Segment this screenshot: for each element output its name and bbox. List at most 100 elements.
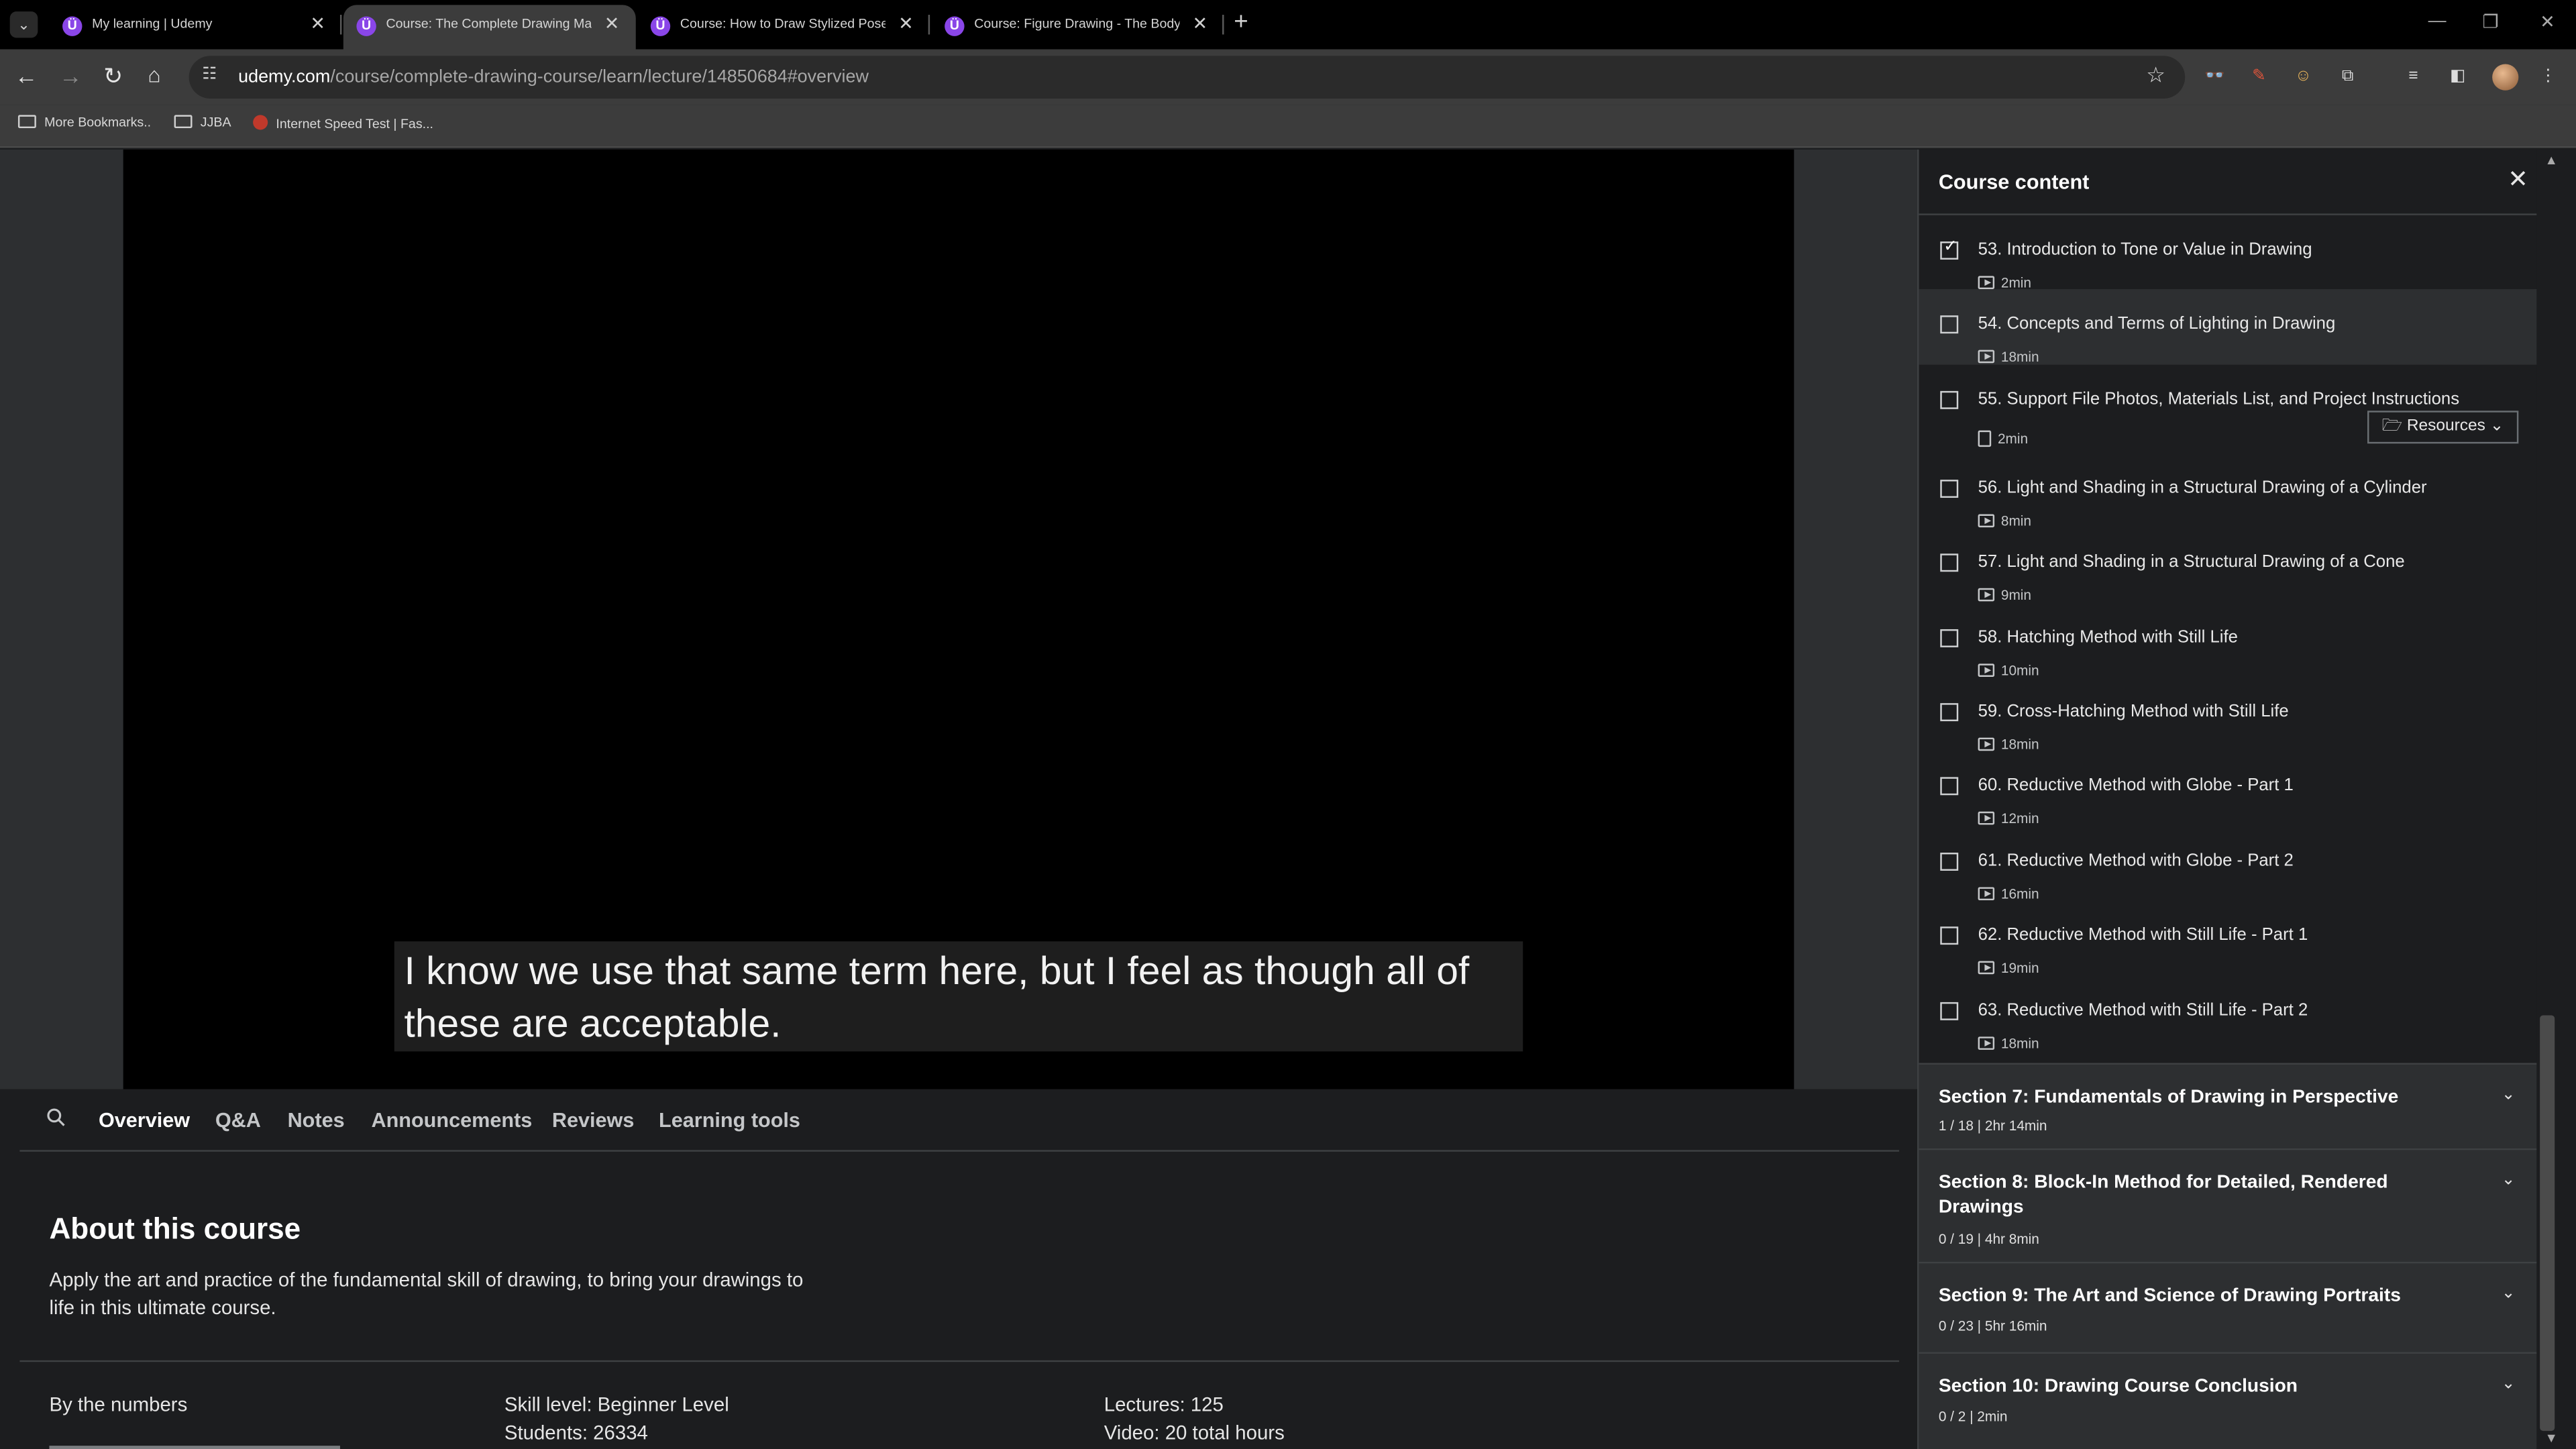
close-tab-icon[interactable]: ✕ <box>604 13 620 34</box>
browser-menu-icon[interactable]: ⋮ <box>2536 66 2559 89</box>
minimize-icon[interactable]: — <box>2428 11 2447 31</box>
url-text[interactable]: udemy.com/course/complete-drawing-course… <box>238 67 869 87</box>
completed-checkbox[interactable] <box>1940 238 1959 260</box>
lecture-item[interactable]: 63. Reductive Method with Still Life - P… <box>1919 975 2538 1051</box>
lecture-title: 60. Reductive Method with Globe - Part 1 <box>1978 775 2294 796</box>
video-player[interactable]: I know we use that same term here, but I… <box>123 149 1794 1089</box>
video-icon <box>1978 961 1995 975</box>
lecture-title: 62. Reductive Method with Still Life - P… <box>1978 925 2308 945</box>
skill-level: Skill level: Beginner Level <box>504 1393 729 1417</box>
search-icon[interactable] <box>46 1108 66 1127</box>
tab-overview[interactable]: Overview <box>99 1109 190 1132</box>
tab-search-icon[interactable]: ⌄ <box>9 11 38 38</box>
divider <box>49 1446 340 1449</box>
lecture-item[interactable]: 58. Hatching Method with Still Life 10mi… <box>1919 602 2538 678</box>
students-count: Students: 26334 <box>504 1421 648 1444</box>
tab-qa[interactable]: Q&A <box>215 1109 261 1132</box>
tab-title: Course: Figure Drawing - The Body in <box>974 16 1180 32</box>
site-settings-icon[interactable]: ☷ <box>202 66 217 84</box>
close-tab-icon[interactable]: ✕ <box>1192 13 1208 34</box>
side-panel-icon[interactable]: ◧ <box>2447 66 2469 89</box>
bookmark-speed-test[interactable]: Internet Speed Test | Fas... <box>253 115 433 131</box>
udemy-favicon-icon: Ü <box>945 16 965 36</box>
chevron-down-icon: ⌄ <box>2501 1285 2516 1303</box>
video-area: I know we use that same term here, but I… <box>0 149 1917 1089</box>
completed-checkbox[interactable] <box>1940 1001 1959 1020</box>
browser-tab[interactable]: Ü My learning | Udemy ✕ <box>49 5 341 49</box>
extension-pen-icon[interactable]: ✎ <box>2247 66 2270 89</box>
new-tab-icon[interactable]: + <box>1234 8 1248 36</box>
completed-checkbox[interactable] <box>1940 479 1959 498</box>
scrollbar-thumb[interactable] <box>2540 1015 2555 1432</box>
home-icon[interactable]: ⌂ <box>148 62 160 87</box>
lecture-duration: 16min <box>1978 885 2039 902</box>
completed-checkbox[interactable] <box>1940 553 1959 572</box>
lecture-item[interactable]: 62. Reductive Method with Still Life - P… <box>1919 900 2538 976</box>
lecture-item[interactable]: 60. Reductive Method with Globe - Part 1… <box>1919 751 2538 827</box>
completed-checkbox[interactable] <box>1940 390 1959 409</box>
bookmark-folder-more[interactable]: More Bookmarks.. <box>17 115 151 129</box>
section-header[interactable]: Section 8: Block-In Method for Detailed,… <box>1919 1148 2538 1262</box>
divider <box>19 1360 1900 1362</box>
lecture-title: 53. Introduction to Tone or Value in Dra… <box>1978 239 2312 260</box>
extensions-puzzle-icon[interactable]: ⧉ <box>2336 66 2359 89</box>
media-control-icon[interactable]: ≡ <box>2402 66 2424 89</box>
back-icon[interactable]: ← <box>15 62 38 89</box>
page-scrollbar[interactable]: ▲ ▼ <box>2536 149 2576 1449</box>
tab-announcements[interactable]: Announcements <box>371 1109 532 1132</box>
lecture-item[interactable]: 55. Support File Photos, Materials List,… <box>1919 364 2538 453</box>
lecture-item[interactable]: 61. Reductive Method with Globe - Part 2… <box>1919 826 2538 902</box>
lecture-item-current[interactable]: 54. Concepts and Terms of Lighting in Dr… <box>1919 289 2538 366</box>
chevron-down-icon: ⌄ <box>2501 1171 2516 1190</box>
bookmark-folder-jjba[interactable]: JJBA <box>174 115 231 129</box>
video-icon <box>1978 276 1995 290</box>
section-title: Section 10: Drawing Course Conclusion <box>1938 1377 2298 1397</box>
extension-face-icon[interactable]: ☺ <box>2292 66 2314 89</box>
section-header[interactable]: Section 10: Drawing Course Conclusion 0 … <box>1919 1352 2538 1449</box>
completed-checkbox[interactable] <box>1940 316 1959 335</box>
completed-checkbox[interactable] <box>1940 852 1959 871</box>
restore-icon[interactable]: ❐ <box>2482 11 2498 33</box>
lecture-duration: 18min <box>1978 1034 2039 1051</box>
tab-separator <box>928 15 930 35</box>
section-header[interactable]: Section 7: Fundamentals of Drawing in Pe… <box>1919 1063 2538 1148</box>
lecture-item[interactable]: 56. Light and Shading in a Structural Dr… <box>1919 453 2538 529</box>
profile-avatar[interactable] <box>2492 64 2519 91</box>
browser-tab-strip: ⌄ Ü My learning | Udemy ✕ Ü Course: The … <box>0 0 2576 50</box>
lecture-title: 57. Light and Shading in a Structural Dr… <box>1978 552 2405 572</box>
tab-notes[interactable]: Notes <box>288 1109 345 1132</box>
reload-icon[interactable]: ↻ <box>103 62 123 91</box>
browser-tab-active[interactable]: Ü Course: The Complete Drawing Maste ✕ <box>343 5 636 50</box>
video-icon <box>1978 350 1995 364</box>
lecture-item[interactable]: 53. Introduction to Tone or Value in Dra… <box>1919 215 2538 290</box>
video-icon <box>1978 812 1995 826</box>
completed-checkbox[interactable] <box>1940 777 1959 796</box>
close-tab-icon[interactable]: ✕ <box>310 13 325 34</box>
extension-glasses-icon[interactable]: 👓 <box>2203 66 2226 89</box>
completed-checkbox[interactable] <box>1940 628 1959 647</box>
tab-reviews[interactable]: Reviews <box>552 1109 635 1132</box>
scroll-up-icon[interactable]: ▲ <box>2545 153 2558 168</box>
lecture-item[interactable]: 59. Cross-Hatching Method with Still Lif… <box>1919 677 2538 753</box>
completed-checkbox[interactable] <box>1940 703 1959 721</box>
file-icon <box>1978 430 1992 447</box>
window-close-icon[interactable]: ✕ <box>2540 11 2555 33</box>
lecture-title: 56. Light and Shading in a Structural Dr… <box>1978 478 2427 498</box>
completed-checkbox[interactable] <box>1940 926 1959 945</box>
tab-learning-tools[interactable]: Learning tools <box>659 1109 800 1132</box>
folder-icon <box>17 115 36 129</box>
section-title: Section 9: The Art and Science of Drawin… <box>1938 1286 2401 1306</box>
browser-tab[interactable]: Ü Course: How to Draw Stylized Poses a ✕ <box>637 5 930 49</box>
browser-tab[interactable]: Ü Course: Figure Drawing - The Body in ✕ <box>932 5 1224 49</box>
lecture-item[interactable]: 57. Light and Shading in a Structural Dr… <box>1919 528 2538 603</box>
address-bar[interactable]: ☷ udemy.com/course/complete-drawing-cour… <box>189 56 2186 99</box>
section-header[interactable]: Section 9: The Art and Science of Drawin… <box>1919 1261 2538 1352</box>
close-icon[interactable]: ✕ <box>2508 164 2528 194</box>
scroll-down-icon[interactable]: ▼ <box>2545 1431 2558 1446</box>
forward-icon[interactable]: → <box>59 62 82 89</box>
bookmarks-bar: More Bookmarks.. JJBA Internet Speed Tes… <box>0 105 2576 148</box>
chevron-down-icon: ⌄ <box>2501 1085 2516 1104</box>
resources-button[interactable]: 🗁 Resources ⌄ <box>2367 410 2519 443</box>
close-tab-icon[interactable]: ✕ <box>898 13 914 34</box>
bookmark-star-icon[interactable]: ☆ <box>2146 62 2165 89</box>
